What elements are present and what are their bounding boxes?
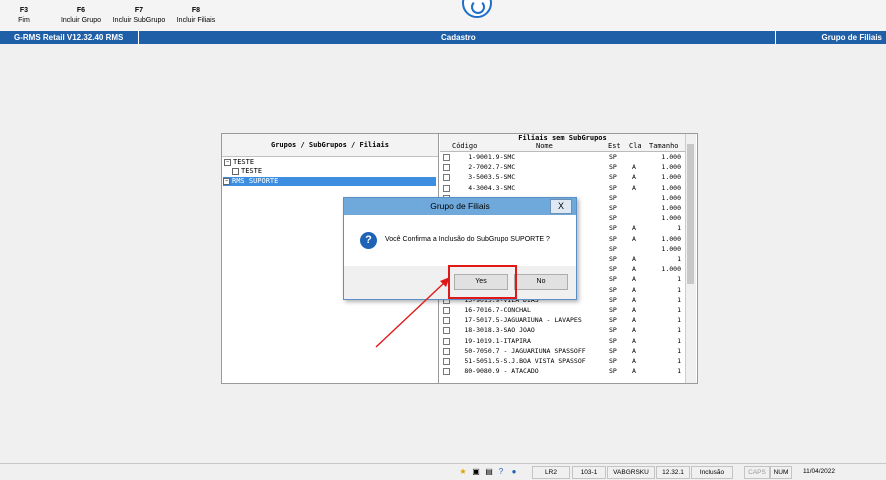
status-code: 103-1 [572,466,606,479]
annotation-arrow-icon [375,277,450,348]
screen-icon[interactable]: ▣ [471,467,481,477]
print-icon[interactable]: ▤ [484,467,494,477]
status-date: 11/04/2022 [802,468,836,475]
star-icon[interactable]: ★ [458,467,468,477]
status-program: VABGRSKU [607,466,655,479]
status-num: NUM [770,466,792,479]
status-caps: CAPS [744,466,770,479]
status-bar: ★ ▣ ▤ ? ● LR2 103-1 VABGRSKU 12.32.1 Inc… [0,463,886,480]
help-icon[interactable]: ? [496,467,506,477]
info-icon[interactable]: ● [509,467,519,477]
status-mode: Inclusão [691,466,733,479]
status-version: 12.32.1 [656,466,690,479]
status-lr: LR2 [532,466,570,479]
